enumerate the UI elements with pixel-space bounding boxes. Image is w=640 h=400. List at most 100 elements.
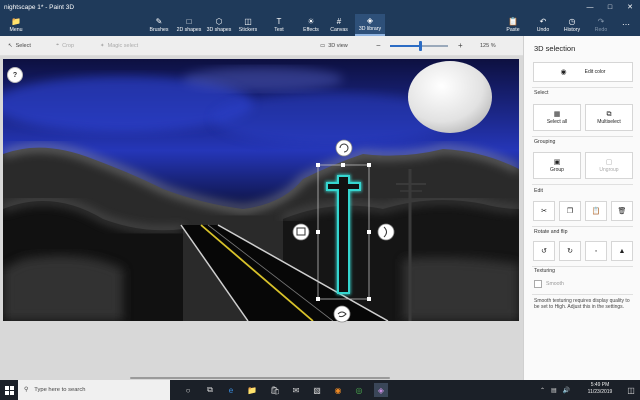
selection-handle[interactable]: [316, 163, 320, 167]
shapes-2d-icon: □: [186, 17, 192, 26]
help-button[interactable]: ?: [7, 67, 23, 83]
undo-label: Undo: [536, 27, 550, 33]
move-depth-handle[interactable]: [292, 223, 310, 241]
zoom-out-button[interactable]: −: [376, 41, 381, 50]
crop-tool[interactable]: ⌖ Crop: [56, 42, 74, 49]
select-all-button[interactable]: ▦ Select all: [533, 104, 581, 131]
minimize-icon[interactable]: —: [580, 0, 600, 14]
maximize-icon[interactable]: □: [600, 0, 620, 14]
paint-bucket-icon: ◉: [560, 68, 567, 76]
canvas-button[interactable]: # Canvas: [326, 14, 352, 36]
file-explorer-icon[interactable]: 📁: [245, 383, 259, 397]
task-view-icon[interactable]: ⧉: [203, 383, 217, 397]
ungroup-icon: ▢: [605, 159, 613, 166]
rotate-left-button[interactable]: ↺: [533, 241, 555, 261]
selection-handle[interactable]: [367, 163, 371, 167]
history-icon: ◷: [568, 17, 576, 26]
selection-handle[interactable]: [316, 230, 320, 234]
chrome-icon[interactable]: ◎: [352, 383, 366, 397]
stickers-label: Stickers: [238, 27, 258, 33]
canvas-icon: #: [336, 17, 342, 26]
clock-date: 11/23/2019: [587, 389, 613, 395]
zoom-in-button[interactable]: +: [458, 41, 463, 50]
library-icon: ◈: [366, 16, 374, 25]
notifications-icon[interactable]: ◫: [624, 383, 638, 397]
magic-select-tool[interactable]: ✦ Magic select: [100, 43, 138, 49]
group-button[interactable]: ▣ Group: [533, 152, 581, 179]
shapes-2d-label: 2D shapes: [176, 27, 202, 33]
delete-button[interactable]: 🗑: [611, 201, 633, 221]
flip-vertical-button[interactable]: ▲: [611, 241, 633, 261]
selection-handle[interactable]: [341, 163, 345, 167]
effects-button[interactable]: ☀ Effects: [298, 14, 324, 36]
shapes-3d-button[interactable]: ⬡ 3D shapes: [204, 14, 234, 36]
zoom-slider-thumb[interactable]: [418, 41, 422, 51]
more-button[interactable]: ⋯: [616, 14, 636, 36]
clock[interactable]: 5:49 PM 11/23/2019: [580, 382, 620, 396]
menu-button[interactable]: 📁 Menu: [2, 14, 30, 36]
text-button[interactable]: T Text: [268, 14, 290, 36]
stickers-button[interactable]: ◫ Stickers: [234, 14, 262, 36]
rotate-left-icon: ↺: [541, 247, 547, 255]
paste-panel-button[interactable]: 📋: [585, 201, 607, 221]
brushes-button[interactable]: ✎ Brushes: [145, 14, 173, 36]
zoom-value: 125 %: [480, 42, 496, 49]
selection-handle[interactable]: [367, 230, 371, 234]
paint-3d-taskbar-icon[interactable]: ◈: [374, 383, 388, 397]
history-button[interactable]: ◷ History: [560, 14, 584, 36]
edit-color-button[interactable]: ◉ Edit color: [533, 62, 633, 82]
divider: [532, 184, 633, 185]
crop-icon: ⌖: [56, 42, 60, 48]
library-label: 3D library: [358, 26, 382, 32]
cut-button[interactable]: ✂: [533, 201, 555, 221]
rotate-z-handle[interactable]: [335, 139, 353, 157]
volume-icon[interactable]: 🔊: [563, 387, 570, 394]
multiselect-button[interactable]: ⧉ Multiselect: [585, 104, 633, 131]
rotate-y-handle[interactable]: [377, 223, 395, 241]
windows-start-icon[interactable]: [0, 380, 18, 400]
mail-icon[interactable]: ✉: [289, 383, 303, 397]
network-icon[interactable]: ▤: [551, 387, 557, 394]
divider: [532, 266, 633, 267]
undo-button[interactable]: ↶ Undo: [532, 14, 554, 36]
smooth-checkbox[interactable]: Smooth: [534, 280, 564, 288]
text-icon: T: [276, 17, 282, 26]
selection-handle[interactable]: [367, 297, 371, 301]
rotate-flip-section-label: Rotate and flip: [534, 229, 568, 235]
horizontal-scrollbar[interactable]: [130, 377, 390, 379]
artboard[interactable]: [3, 59, 519, 321]
taskbar-search[interactable]: ⚲ Type here to search: [18, 380, 170, 400]
select-tool[interactable]: ↖ Select: [8, 43, 31, 49]
firefox-icon[interactable]: ◉: [331, 383, 345, 397]
store-icon[interactable]: 🛍: [268, 383, 282, 397]
terminal-icon[interactable]: ▧: [310, 383, 324, 397]
paste-icon: 📋: [591, 207, 601, 215]
history-label: History: [563, 27, 581, 33]
chevron-up-icon[interactable]: ⌃: [540, 387, 545, 394]
view-3d-toggle[interactable]: ▭ 3D view: [320, 43, 348, 49]
search-placeholder: Type here to search: [34, 387, 86, 393]
close-icon[interactable]: ✕: [620, 0, 640, 14]
copy-button[interactable]: ❐: [559, 201, 581, 221]
rotate-right-button[interactable]: ↻: [559, 241, 581, 261]
cursor-icon: ↖: [8, 42, 13, 49]
select-all-label: Select all: [546, 119, 568, 125]
paste-button[interactable]: 📋 Paste: [502, 14, 524, 36]
cortana-icon[interactable]: ○: [181, 383, 195, 397]
selection-handle[interactable]: [316, 297, 320, 301]
zoom-slider[interactable]: [390, 41, 448, 51]
rotate-x-handle[interactable]: [333, 305, 351, 323]
flip-horizontal-button[interactable]: ◦: [585, 241, 607, 261]
select-section-label: Select: [534, 90, 549, 96]
edge-icon[interactable]: e: [224, 383, 238, 397]
scissors-icon: ✂: [541, 207, 547, 215]
text-label: Text: [274, 27, 284, 33]
shapes-2d-button[interactable]: □ 2D shapes: [174, 14, 204, 36]
library-button[interactable]: ◈ 3D library: [355, 14, 385, 36]
checkbox-box[interactable]: [534, 280, 542, 288]
group-label: Group: [550, 167, 564, 173]
menu-label: Menu: [9, 27, 23, 33]
moon[interactable]: [408, 61, 492, 133]
ungroup-button[interactable]: ▢ Ungroup: [585, 152, 633, 179]
redo-button[interactable]: ↷ Redo: [590, 14, 612, 36]
